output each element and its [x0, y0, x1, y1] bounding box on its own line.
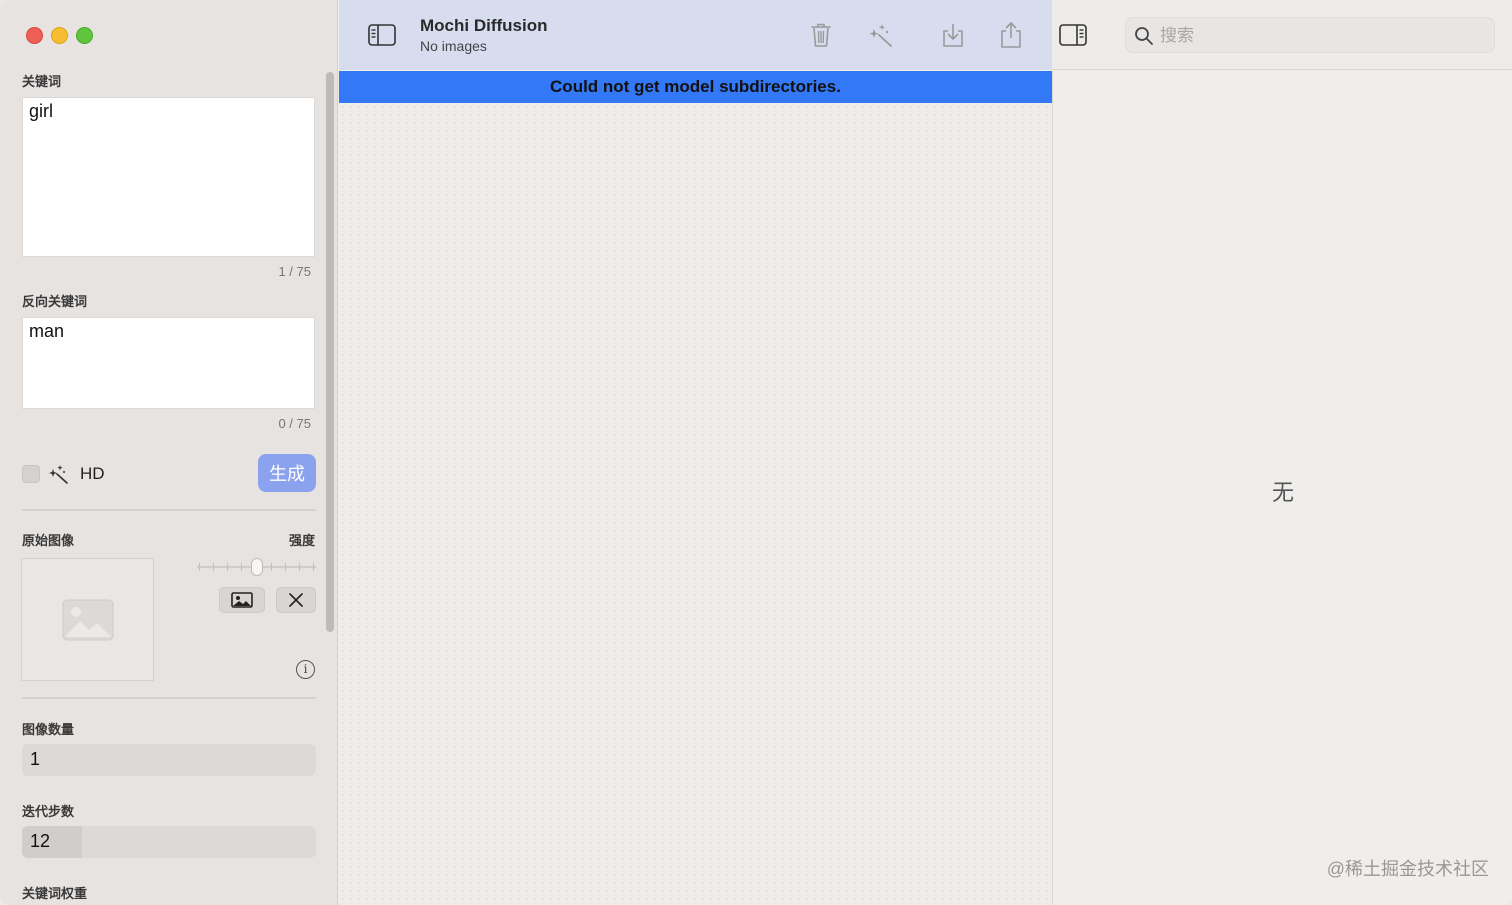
app-title: Mochi Diffusion: [420, 16, 548, 35]
prompt-textarea[interactable]: girl: [22, 97, 315, 257]
upscale-button[interactable]: [866, 20, 896, 50]
share-icon: [1001, 21, 1021, 48]
source-image-well[interactable]: [21, 558, 154, 681]
image-placeholder-icon: [62, 599, 114, 641]
hd-checkbox[interactable]: [22, 465, 40, 483]
section-divider: [22, 697, 316, 699]
strength-label: 强度: [288, 533, 315, 548]
image-count-field[interactable]: 1: [22, 744, 316, 776]
sidebar-toggle-icon: [368, 24, 396, 46]
steps-field[interactable]: 12: [22, 826, 316, 858]
image-count-label: 图像数量: [22, 722, 75, 737]
hd-row: HD 生成: [22, 454, 316, 494]
prompt-counter: 1 / 75: [278, 264, 311, 279]
generate-button[interactable]: 生成: [258, 454, 316, 492]
magic-wand-icon: [49, 465, 68, 484]
maximize-window-button[interactable]: [76, 27, 93, 44]
sidebar-scrollbar[interactable]: [326, 72, 334, 632]
window-controls: [26, 27, 93, 44]
search-input[interactable]: [1160, 25, 1480, 47]
magic-wand-icon: [869, 24, 892, 47]
info-icon[interactable]: i: [296, 660, 315, 679]
watermark: @稀土掘金技术社区: [1326, 859, 1489, 879]
steps-label: 迭代步数: [22, 804, 75, 819]
select-image-button[interactable]: [219, 587, 265, 613]
app-window: 关键词 girl 1 / 75 反向关键词 man 0 / 75 HD 生成 原…: [0, 0, 1512, 905]
minimize-window-button[interactable]: [51, 27, 68, 44]
trash-icon: [811, 23, 831, 47]
toolbar: Mochi Diffusion No images: [339, 0, 1512, 70]
strength-slider[interactable]: [197, 558, 316, 576]
download-icon: [943, 24, 963, 47]
clear-image-button[interactable]: [276, 587, 316, 613]
search-field[interactable]: [1125, 17, 1495, 53]
negative-prompt-counter: 0 / 75: [278, 416, 311, 431]
sidebar-toggle-button[interactable]: [367, 20, 397, 50]
image-count-value: 1: [30, 749, 41, 769]
inspector-toggle-button[interactable]: [1058, 20, 1088, 50]
negative-prompt-textarea[interactable]: man: [22, 317, 315, 409]
image-gallery: [339, 103, 1052, 905]
photo-icon: [231, 592, 253, 608]
close-window-button[interactable]: [26, 27, 43, 44]
inspector-panel: 无: [1052, 71, 1512, 905]
section-divider: [22, 509, 316, 511]
guidance-label: 关键词权重: [22, 886, 88, 901]
prompt-label: 关键词: [22, 74, 62, 89]
hd-label: HD: [80, 464, 105, 483]
inspector-toggle-icon: [1059, 24, 1087, 46]
close-icon: [289, 593, 303, 607]
source-image-label: 原始图像: [22, 533, 75, 548]
error-banner: Could not get model subdirectories.: [339, 71, 1052, 103]
sidebar: 关键词 girl 1 / 75 反向关键词 man 0 / 75 HD 生成 原…: [0, 0, 338, 905]
save-button[interactable]: [938, 20, 968, 50]
inspector-empty-text: 无: [1272, 480, 1295, 505]
search-icon: [1135, 27, 1153, 45]
share-button[interactable]: [996, 20, 1026, 50]
steps-value: 12: [30, 831, 51, 851]
strength-slider-knob[interactable]: [251, 558, 263, 576]
app-subtitle: No images: [420, 38, 487, 54]
delete-button[interactable]: [806, 20, 836, 50]
negative-prompt-label: 反向关键词: [22, 294, 88, 309]
